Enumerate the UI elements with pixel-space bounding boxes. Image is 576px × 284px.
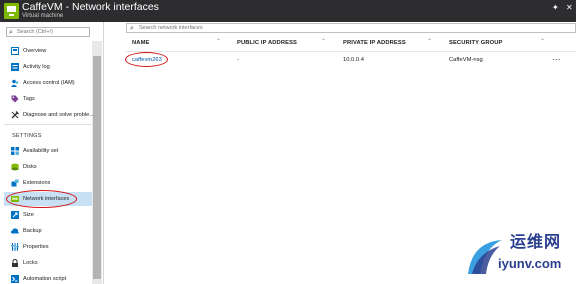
menu-scrollbar[interactable]: [92, 41, 102, 284]
menu-search-input[interactable]: [17, 28, 87, 36]
menu-item-label: Locks: [23, 260, 38, 266]
menu-item-disks[interactable]: Disks: [4, 160, 92, 174]
menu-item-size[interactable]: Size: [4, 208, 92, 222]
private-ip-cell: 10.0.0.4: [343, 57, 364, 63]
search-icon: ⌕: [9, 29, 13, 36]
blade-subtitle: Virtual machine: [22, 13, 64, 19]
menu-item-label: Backup: [23, 228, 42, 234]
watermark: 运维网 iyunv.com: [458, 232, 576, 284]
locks-icon: [12, 259, 18, 267]
properties-icon: [11, 243, 19, 251]
sort-icon[interactable]: ⌃: [427, 38, 432, 46]
public-ip-cell: -: [237, 57, 239, 63]
menu-item-label: Disks: [23, 164, 37, 170]
tags-icon: [11, 95, 19, 103]
column-header-name[interactable]: NAME: [132, 39, 149, 47]
disks-icon: [11, 163, 19, 171]
more-options-button[interactable]: ...: [552, 53, 561, 62]
menu-item-label: Properties: [23, 244, 49, 250]
automation-script-icon: [11, 275, 19, 283]
watermark-brand: 运维网: [510, 234, 562, 251]
menu-item-availability-set[interactable]: Availability set: [4, 144, 92, 158]
extensions-icon: [11, 179, 19, 187]
virtual-machine-icon: [4, 3, 19, 19]
menu-item-diagnose[interactable]: Diagnose and solve proble...: [4, 108, 94, 122]
column-header-security-group[interactable]: SECURITY GROUP: [449, 39, 502, 47]
annotation-oval: [125, 52, 168, 67]
annotation-oval: [6, 190, 77, 208]
network-interfaces-search-box[interactable]: ⌕: [126, 23, 576, 33]
menu-item-tags[interactable]: Tags: [4, 92, 92, 106]
azure-portal-blade: CaffeVM - Network interfaces Virtual mac…: [0, 0, 576, 284]
search-icon: ⌕: [130, 25, 134, 32]
menu-scrollbar-thumb[interactable]: [93, 56, 101, 279]
header-divider: [126, 51, 576, 52]
menu-item-properties[interactable]: Properties: [4, 240, 92, 254]
menu-item-label: Size: [23, 212, 34, 218]
sort-icon[interactable]: ⌃: [216, 38, 221, 46]
menu-item-locks[interactable]: Locks: [4, 256, 92, 270]
sort-icon[interactable]: ⌃: [321, 38, 326, 46]
access-control-icon: [11, 79, 19, 87]
menu-item-label: Overview: [23, 48, 47, 54]
blade-title: CaffeVM - Network interfaces: [22, 1, 159, 13]
menu-divider: [4, 124, 92, 125]
menu-item-label: Diagnose and solve proble...: [23, 112, 94, 118]
menu-item-access-control[interactable]: Access control (IAM): [4, 76, 92, 90]
close-icon[interactable]: ✕: [566, 3, 573, 13]
activity-log-icon: [11, 63, 19, 71]
blade-header: CaffeVM - Network interfaces Virtual mac…: [0, 0, 576, 22]
menu-item-label: Activity log: [23, 64, 50, 70]
menu-item-label: Tags: [23, 96, 35, 102]
menu-search-box[interactable]: ⌕: [6, 27, 90, 37]
menu-item-activity-log[interactable]: Activity log: [4, 60, 92, 74]
menu-item-label: Automation script: [23, 276, 67, 282]
settings-section-title: SETTINGS: [12, 133, 42, 139]
menu-item-automation-script[interactable]: Automation script: [4, 272, 92, 284]
security-group-cell: CaffeVM-nsg: [449, 57, 483, 63]
menu-item-label: Access control (IAM): [23, 80, 75, 86]
sort-icon[interactable]: ⌃: [540, 38, 545, 46]
network-interfaces-search-input[interactable]: [139, 24, 439, 32]
backup-icon: [11, 228, 19, 234]
availability-set-icon: [11, 147, 19, 155]
menu-item-overview[interactable]: Overview: [4, 44, 92, 58]
watermark-site: iyunv.com: [498, 256, 562, 271]
menu-item-backup[interactable]: Backup: [4, 224, 92, 238]
menu-item-label: Availability set: [23, 148, 59, 154]
menu-item-label: Extensions: [23, 180, 51, 186]
overview-icon: [11, 47, 19, 55]
menu-item-extensions[interactable]: Extensions: [4, 176, 92, 190]
column-header-private-ip[interactable]: PRIVATE IP ADDRESS: [343, 39, 406, 47]
size-icon: [11, 211, 19, 219]
column-header-public-ip[interactable]: PUBLIC IP ADDRESS: [237, 39, 297, 47]
pin-icon[interactable]: ✦: [552, 3, 559, 13]
diagnose-icon: [11, 111, 19, 119]
